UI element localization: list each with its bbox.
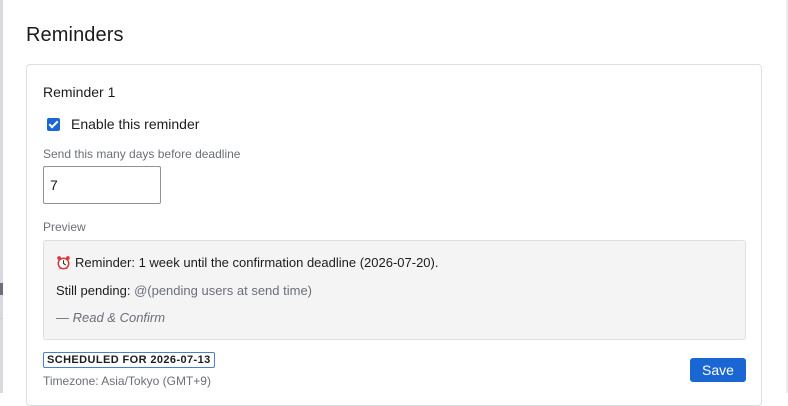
preview-pending-prefix: Still pending: <box>56 283 135 298</box>
days-before-label: Send this many days before deadline <box>43 147 241 161</box>
preview-reminder-text: Reminder: 1 week until the confirmation … <box>75 255 439 270</box>
enable-reminder-checkbox[interactable] <box>47 117 60 131</box>
preview-line-pending: Still pending: @(pending users at send t… <box>56 283 312 298</box>
alarm-clock-icon <box>57 256 70 270</box>
preview-box: Reminder: 1 week until the confirmation … <box>43 240 746 340</box>
dialog-title: Reminders <box>26 24 124 46</box>
preview-pending-mention: @(pending users at send time) <box>134 283 313 298</box>
enable-reminder-label[interactable]: Enable this reminder <box>71 116 199 132</box>
preview-line-reminder: Reminder: 1 week until the confirmation … <box>56 255 438 270</box>
preview-label: Preview <box>43 220 86 234</box>
preview-signature: — Read & Confirm <box>56 310 166 325</box>
save-button[interactable]: Save <box>690 358 746 382</box>
reminder-title: Reminder 1 <box>43 84 116 100</box>
reminders-dialog: Reminders Reminder 1 Enable this reminde… <box>3 0 786 406</box>
reminder-card: Reminder 1 Enable this reminder Send thi… <box>26 64 762 406</box>
days-before-input[interactable] <box>43 166 161 204</box>
enable-reminder-row[interactable]: Enable this reminder <box>47 116 199 132</box>
scheduled-badge: SCHEDULED FOR 2026-07-13 <box>43 352 215 368</box>
timezone-text: Timezone: Asia/Tokyo (GMT+9) <box>43 374 211 388</box>
